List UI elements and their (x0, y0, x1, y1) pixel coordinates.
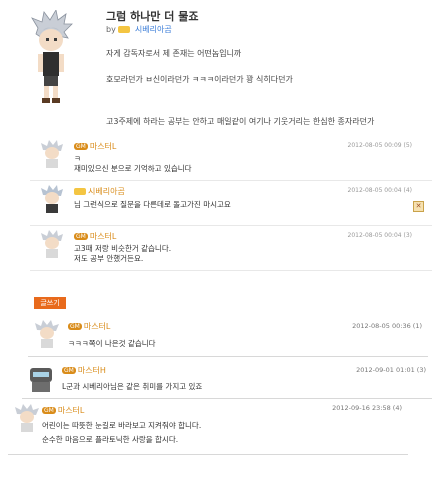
reply-text: 어린이는 따뜻한 눈길로 바라보고 지켜줘야 합니다. (42, 421, 202, 430)
post-author: by 시베리아곰 (106, 24, 172, 35)
reply-item: GM 마스터L 2012-09-16 23:58 (4) 어린이는 따뜻한 눈길로… (8, 400, 408, 455)
reply-item: GM 마스터L 2012-08-05 00:36 (1) ㅋㅋㅋ쪽이 나은것 같습… (28, 316, 428, 357)
gm-badge: GM (62, 367, 76, 374)
commenter-avatar (41, 230, 63, 258)
comment-text: 님 그런식으로 질문을 다른데로 돌고가진 마시고요 (74, 200, 231, 209)
comment-author[interactable]: 시베리아곰 (74, 186, 125, 197)
reply-date: 2012-09-16 23:58 (4) (332, 404, 402, 412)
reply-author[interactable]: GM 마스터L (42, 405, 84, 416)
gm-badge: GM (74, 143, 88, 150)
reply-author[interactable]: GM 마스터H (62, 365, 106, 376)
gm-badge: GM (68, 323, 82, 330)
comment-text: 저도 공부 안했거든요. (74, 254, 144, 263)
commenter-avatar (30, 368, 52, 392)
reply-date: 2012-09-01 01:01 (3) (356, 366, 426, 374)
reply-item: GM 마스터H 2012-09-01 01:01 (3) L군과 시베리아님은 같… (22, 360, 432, 399)
commenter-avatar (15, 404, 39, 432)
author-link[interactable]: 시베리아곰 (135, 25, 172, 34)
post-line: 자게 감독자로서 제 존재는 어떤놈입니까 (106, 49, 242, 58)
reply-text: 순수한 마음으로 플라토닉한 사랑을 합시다. (42, 435, 179, 444)
comment-date: 2012-08-05 00:04 (3) (347, 232, 412, 239)
comment-date: 2012-08-05 00:09 (5) (347, 142, 412, 149)
comment-author[interactable]: GM 마스터L (74, 141, 116, 152)
author-icon (118, 26, 131, 33)
gm-badge: GM (74, 233, 88, 240)
post-line: 고3주제에 하라는 공부는 안하고 매일같이 여기나 기웃거리는 한심한 종자라… (106, 117, 375, 126)
by-label: by (106, 25, 116, 34)
reply-text: ㅋㅋㅋ쪽이 나은것 같습니다 (68, 339, 156, 348)
reply-author[interactable]: GM 마스터L (68, 321, 110, 332)
comment-item: GM 마스터L 2012-08-05 00:09 (5) ㅋ 재미있으신 분으로 … (30, 136, 432, 181)
close-icon[interactable]: ✕ (413, 201, 424, 212)
commenter-avatar (35, 320, 59, 348)
reply-text: L군과 시베리아님은 같은 취미를 가지고 있죠 (62, 382, 203, 391)
comment-text: 재미있으신 분으로 기억하고 있습니다 (74, 164, 192, 173)
reply-date: 2012-08-05 00:36 (1) (352, 322, 422, 330)
post-title: 그럼 하나만 더 물죠 (106, 10, 199, 23)
character-avatar (31, 10, 73, 103)
post-line: 호모라던가 ㅂ신이라던가 ㅋㅋㅋ이라던가 꽝 식히다던가 (106, 75, 293, 84)
comment-author[interactable]: GM 마스터L (74, 231, 116, 242)
commenter-avatar (41, 140, 63, 168)
commenter-avatar (41, 185, 63, 213)
gm-badge: GM (42, 407, 56, 414)
comment-date: 2012-08-05 00:04 (4) (347, 187, 412, 194)
comment-item: 시베리아곰 2012-08-05 00:04 (4) 님 그런식으로 질문을 다… (30, 181, 432, 226)
write-button[interactable]: 글쓰기 (34, 297, 66, 309)
author-icon (74, 188, 86, 195)
comment-list: GM 마스터L 2012-08-05 00:09 (5) ㅋ 재미있으신 분으로 … (30, 136, 432, 271)
comment-item: GM 마스터L 2012-08-05 00:04 (3) 고3때 저랑 비슷한거 … (30, 226, 432, 271)
